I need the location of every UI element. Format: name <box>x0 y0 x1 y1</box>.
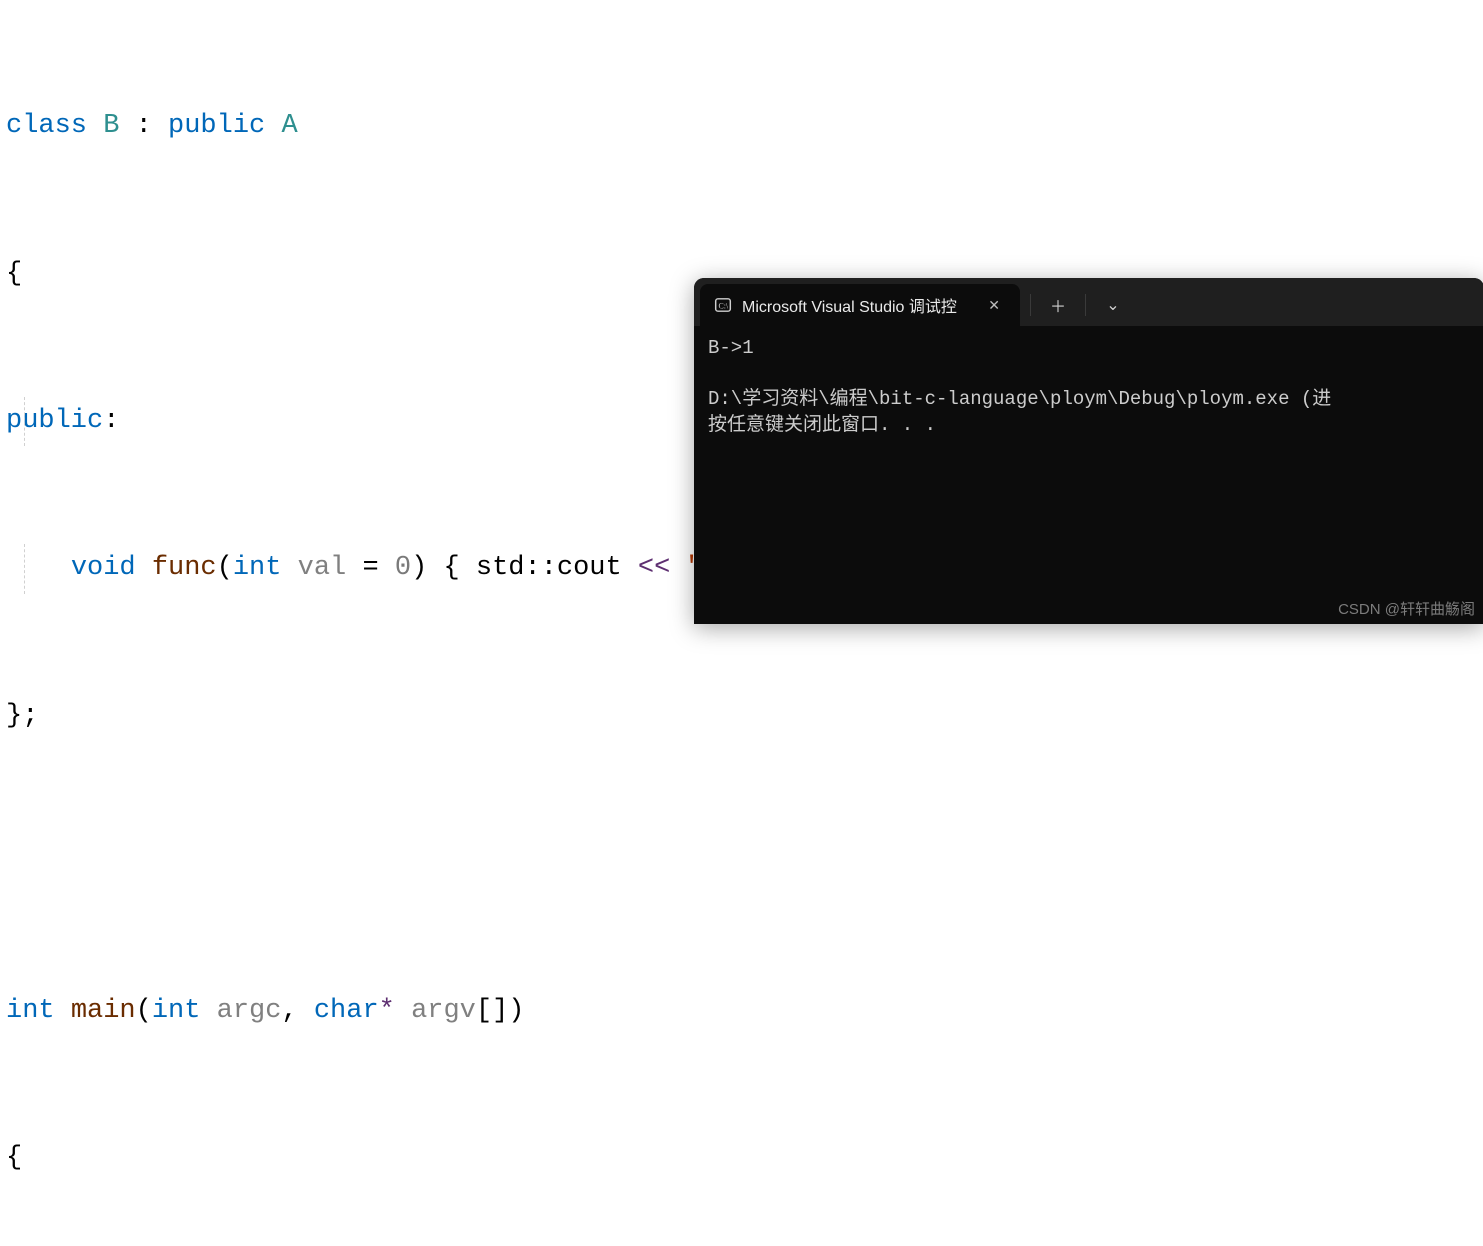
code-line: { <box>6 1134 1477 1183</box>
watermark-text: CSDN @轩轩曲觞阁 <box>1338 598 1475 619</box>
code-line: class B : public A <box>6 102 1477 151</box>
type-name: B <box>103 111 119 141</box>
code-line <box>6 839 1477 888</box>
terminal-tab[interactable]: C:\ Microsoft Visual Studio 调试控 ✕ <box>700 284 1020 326</box>
tab-dropdown-button[interactable]: ⌄ <box>1092 286 1134 324</box>
tab-divider <box>1085 294 1086 316</box>
terminal-tab-actions: ＋ ⌄ <box>1024 284 1140 326</box>
function-name: main <box>71 996 136 1026</box>
terminal-tab-title: Microsoft Visual Studio 调试控 <box>742 293 972 317</box>
keyword-class: class <box>6 111 87 141</box>
code-line: }; <box>6 692 1477 741</box>
terminal-titlebar[interactable]: C:\ Microsoft Visual Studio 调试控 ✕ ＋ ⌄ <box>694 278 1483 326</box>
terminal-tab-icon: C:\ <box>714 296 732 314</box>
terminal-window[interactable]: C:\ Microsoft Visual Studio 调试控 ✕ ＋ ⌄ B-… <box>694 278 1483 624</box>
tab-divider <box>1030 294 1031 316</box>
function-name: func <box>152 553 217 583</box>
new-tab-button[interactable]: ＋ <box>1037 286 1079 324</box>
keyword-public: public <box>168 111 265 141</box>
terminal-output[interactable]: B->1 D:\学习资料\编程\bit-c-language\ploym\Deb… <box>694 326 1483 449</box>
close-icon[interactable]: ✕ <box>982 295 1006 316</box>
type-name: A <box>281 111 297 141</box>
svg-text:C:\: C:\ <box>719 301 729 310</box>
output-line: D:\学习资料\编程\bit-c-language\ploym\Debug\pl… <box>708 388 1331 410</box>
output-line: 按任意键关闭此窗口. . . <box>708 414 936 436</box>
code-line: int main(int argc, char* argv[]) <box>6 987 1477 1036</box>
output-line: B->1 <box>708 337 754 359</box>
